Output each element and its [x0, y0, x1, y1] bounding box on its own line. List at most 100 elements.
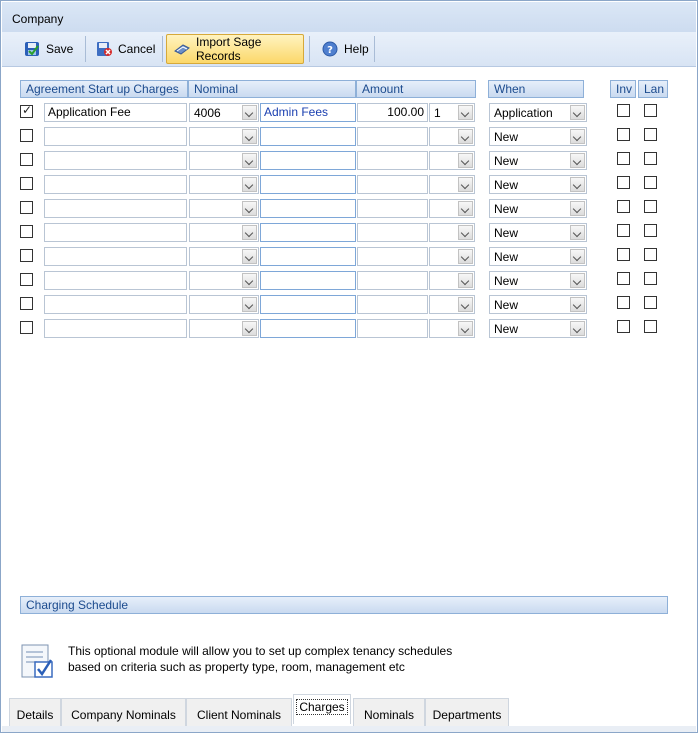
row-select-checkbox[interactable]: [20, 273, 33, 286]
inv-checkbox[interactable]: [617, 224, 630, 237]
chevron-down-icon[interactable]: [458, 201, 473, 216]
when-dropdown[interactable]: New: [489, 175, 587, 194]
row-select-checkbox[interactable]: [20, 201, 33, 214]
amount-field[interactable]: [357, 271, 428, 290]
charge-description-field[interactable]: [44, 127, 187, 146]
chevron-down-icon[interactable]: [570, 177, 585, 192]
tab-nominals[interactable]: Nominals: [353, 698, 425, 726]
charge-description-field[interactable]: [44, 295, 187, 314]
charge-description-field[interactable]: [44, 223, 187, 242]
row-select-checkbox[interactable]: [20, 249, 33, 262]
chevron-down-icon[interactable]: [242, 273, 257, 288]
nominal-code-dropdown[interactable]: [189, 247, 259, 266]
chevron-down-icon[interactable]: [242, 129, 257, 144]
save-button[interactable]: Save: [16, 34, 81, 64]
inv-checkbox[interactable]: [617, 152, 630, 165]
quantity-dropdown[interactable]: [429, 271, 475, 290]
chevron-down-icon[interactable]: [242, 201, 257, 216]
lan-checkbox[interactable]: [644, 320, 657, 333]
when-dropdown[interactable]: New: [489, 295, 587, 314]
inv-checkbox[interactable]: [617, 200, 630, 213]
when-dropdown[interactable]: New: [489, 319, 587, 338]
chevron-down-icon[interactable]: [570, 225, 585, 240]
row-select-checkbox[interactable]: [20, 225, 33, 238]
chevron-down-icon[interactable]: [458, 153, 473, 168]
chevron-down-icon[interactable]: [242, 153, 257, 168]
amount-field[interactable]: [357, 175, 428, 194]
lan-checkbox[interactable]: [644, 296, 657, 309]
quantity-dropdown[interactable]: [429, 199, 475, 218]
inv-checkbox[interactable]: [617, 296, 630, 309]
chevron-down-icon[interactable]: [458, 297, 473, 312]
inv-checkbox[interactable]: [617, 128, 630, 141]
chevron-down-icon[interactable]: [570, 201, 585, 216]
chevron-down-icon[interactable]: [242, 249, 257, 264]
chevron-down-icon[interactable]: [570, 297, 585, 312]
lan-checkbox[interactable]: [644, 104, 657, 117]
tab-departments[interactable]: Departments: [425, 698, 509, 726]
row-select-checkbox[interactable]: [20, 297, 33, 310]
lan-checkbox[interactable]: [644, 128, 657, 141]
tab-company-nominals[interactable]: Company Nominals: [61, 698, 186, 726]
inv-checkbox[interactable]: [617, 272, 630, 285]
row-select-checkbox[interactable]: [20, 153, 33, 166]
when-dropdown[interactable]: New: [489, 247, 587, 266]
chevron-down-icon[interactable]: [458, 249, 473, 264]
lan-checkbox[interactable]: [644, 248, 657, 261]
lan-checkbox[interactable]: [644, 224, 657, 237]
nominal-code-dropdown[interactable]: [189, 295, 259, 314]
nominal-code-dropdown[interactable]: [189, 175, 259, 194]
lan-checkbox[interactable]: [644, 200, 657, 213]
charge-description-field[interactable]: [44, 247, 187, 266]
row-select-checkbox[interactable]: [20, 177, 33, 190]
chevron-down-icon[interactable]: [242, 177, 257, 192]
inv-checkbox[interactable]: [617, 248, 630, 261]
quantity-dropdown[interactable]: [429, 295, 475, 314]
when-dropdown[interactable]: Application: [489, 103, 587, 122]
chevron-down-icon[interactable]: [570, 153, 585, 168]
chevron-down-icon[interactable]: [570, 105, 585, 120]
amount-field[interactable]: [357, 127, 428, 146]
charge-description-field[interactable]: Application Fee: [44, 103, 187, 122]
quantity-dropdown[interactable]: 1: [429, 103, 475, 122]
tab-charges[interactable]: Charges: [293, 694, 351, 724]
chevron-down-icon[interactable]: [242, 321, 257, 336]
when-dropdown[interactable]: New: [489, 199, 587, 218]
chevron-down-icon[interactable]: [458, 177, 473, 192]
chevron-down-icon[interactable]: [458, 273, 473, 288]
row-select-checkbox[interactable]: [20, 129, 33, 142]
chevron-down-icon[interactable]: [570, 273, 585, 288]
lan-checkbox[interactable]: [644, 152, 657, 165]
quantity-dropdown[interactable]: [429, 127, 475, 146]
charge-description-field[interactable]: [44, 151, 187, 170]
chevron-down-icon[interactable]: [570, 321, 585, 336]
nominal-code-dropdown[interactable]: [189, 151, 259, 170]
help-button[interactable]: ? Help: [314, 34, 377, 64]
inv-checkbox[interactable]: [617, 320, 630, 333]
when-dropdown[interactable]: New: [489, 151, 587, 170]
charge-description-field[interactable]: [44, 199, 187, 218]
when-dropdown[interactable]: New: [489, 271, 587, 290]
chevron-down-icon[interactable]: [458, 321, 473, 336]
lan-checkbox[interactable]: [644, 176, 657, 189]
inv-checkbox[interactable]: [617, 176, 630, 189]
chevron-down-icon[interactable]: [242, 105, 257, 120]
tab-details[interactable]: Details: [9, 698, 61, 726]
charge-description-field[interactable]: [44, 271, 187, 290]
tab-client-nominals[interactable]: Client Nominals: [186, 698, 292, 726]
nominal-code-dropdown[interactable]: [189, 127, 259, 146]
charge-description-field[interactable]: [44, 175, 187, 194]
chevron-down-icon[interactable]: [458, 105, 473, 120]
chevron-down-icon[interactable]: [570, 249, 585, 264]
amount-field[interactable]: [357, 295, 428, 314]
amount-field[interactable]: [357, 199, 428, 218]
chevron-down-icon[interactable]: [242, 225, 257, 240]
amount-field[interactable]: [357, 223, 428, 242]
quantity-dropdown[interactable]: [429, 151, 475, 170]
chevron-down-icon[interactable]: [458, 225, 473, 240]
cancel-button[interactable]: Cancel: [88, 34, 163, 64]
row-select-checkbox[interactable]: ✓: [20, 103, 33, 118]
amount-field[interactable]: 100.00: [357, 103, 428, 122]
amount-field[interactable]: [357, 247, 428, 266]
nominal-code-dropdown[interactable]: 4006: [189, 103, 259, 122]
